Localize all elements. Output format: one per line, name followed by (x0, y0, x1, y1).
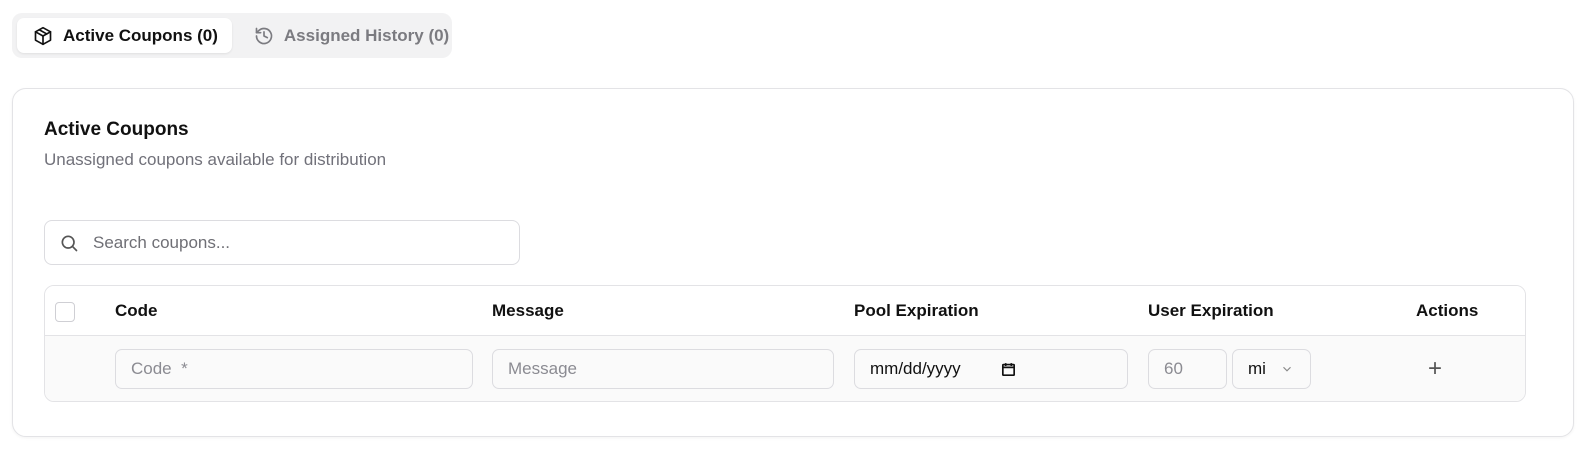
calendar-icon[interactable] (1000, 361, 1017, 378)
select-all-checkbox[interactable] (55, 302, 75, 322)
tab-assigned-history-label: Assigned History (0) (283, 25, 450, 45)
tab-bar: Active Coupons (0) Assigned History (0) (12, 13, 452, 58)
message-input[interactable] (492, 349, 834, 389)
search-icon (59, 233, 79, 253)
pool-expiration-value: mm/dd/yyyy (870, 359, 961, 378)
tab-active-coupons-label: Active Coupons (0) (63, 25, 218, 45)
coupons-table: Code Message Pool Expiration User Expira… (44, 285, 1526, 402)
unit-value: mi (1248, 359, 1266, 378)
column-actions: Actions (1416, 301, 1479, 320)
chevron-down-icon (1280, 362, 1294, 376)
code-input[interactable] (115, 349, 473, 389)
tab-assigned-history[interactable]: Assigned History (0) (238, 18, 463, 53)
pool-expiration-date-input[interactable]: mm/dd/yyyy (854, 349, 1128, 389)
user-expiration-unit-select[interactable]: mi (1232, 349, 1311, 389)
tab-active-coupons[interactable]: Active Coupons (0) (17, 18, 232, 53)
package-icon (33, 26, 53, 46)
history-icon (254, 26, 274, 46)
table-header: Code Message Pool Expiration User Expira… (45, 286, 1525, 336)
card-subtitle: Unassigned coupons available for distrib… (44, 150, 387, 169)
column-pool-expiration: Pool Expiration (854, 301, 979, 320)
active-coupons-card: Active Coupons Unassigned coupons availa… (12, 88, 1574, 437)
card-title: Active Coupons (44, 119, 189, 140)
search-box (44, 220, 520, 265)
column-user-expiration: User Expiration (1148, 301, 1274, 320)
user-expiration-input[interactable] (1148, 349, 1227, 389)
column-message: Message (492, 301, 564, 320)
column-code: Code (115, 301, 158, 320)
search-input[interactable] (93, 232, 473, 253)
add-coupon-button[interactable]: + (1421, 355, 1449, 383)
new-coupon-row: mm/dd/yyyy mi + (45, 336, 1525, 401)
